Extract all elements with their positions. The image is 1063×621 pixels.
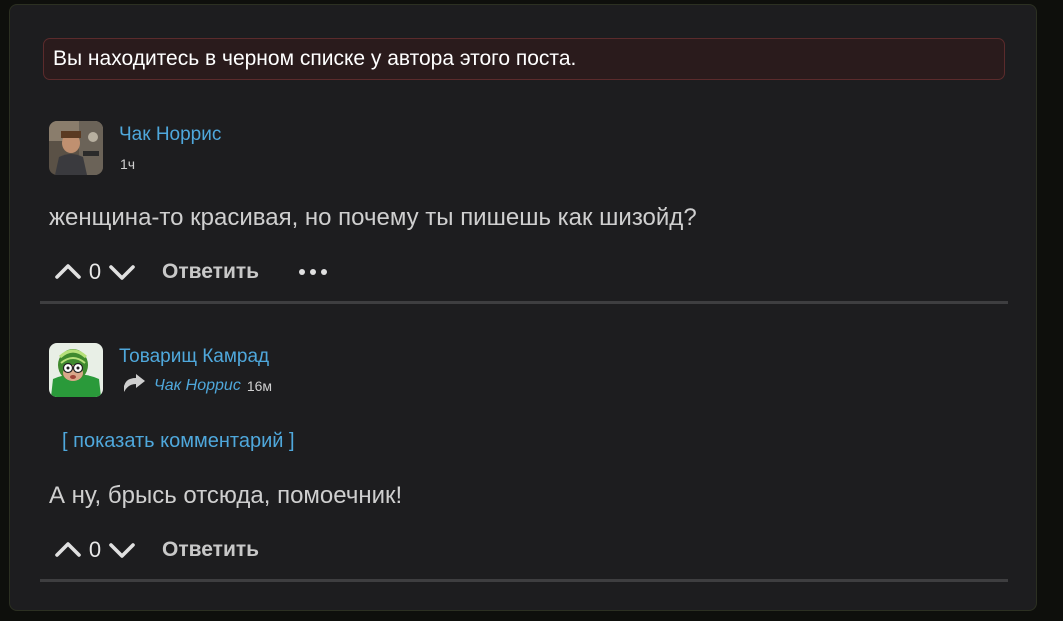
upvote-icon[interactable] xyxy=(54,261,82,283)
author-name[interactable]: Товарищ Камрад xyxy=(119,346,269,368)
avatar[interactable] xyxy=(49,121,103,175)
comment-text: А ну, брысь отсюда, помоечник! xyxy=(49,482,403,509)
upvote-icon[interactable] xyxy=(54,539,82,561)
avatar[interactable] xyxy=(49,343,103,397)
divider xyxy=(40,579,1008,582)
show-comment-link[interactable]: [ показать комментарий ] xyxy=(62,430,295,453)
ellipsis-icon[interactable] xyxy=(299,269,328,275)
reply-arrow-icon xyxy=(122,373,146,399)
comment-time: 16м xyxy=(246,378,273,394)
comment-text: женщина-то красивая, но почему ты пишешь… xyxy=(49,204,697,231)
comment-actions: 0 Ответить xyxy=(54,533,259,567)
comments-panel: Вы находитесь в черном списке у автора э… xyxy=(9,4,1037,611)
vote-score: 0 xyxy=(88,537,102,562)
blacklist-notice: Вы находитесь в черном списке у автора э… xyxy=(43,38,1005,80)
reply-button[interactable]: Ответить xyxy=(162,260,259,284)
vote-score: 0 xyxy=(88,259,102,284)
author-name[interactable]: Чак Норрис xyxy=(119,124,221,146)
divider xyxy=(40,301,1008,304)
reply-to: Чак Норрис 16м xyxy=(122,373,272,399)
comment: Товарищ Камрад Чак Норрис 16м [ показать… xyxy=(40,340,1008,584)
downvote-icon[interactable] xyxy=(108,261,136,283)
comment-time: 1ч xyxy=(120,156,136,172)
reply-to-author[interactable]: Чак Норрис xyxy=(154,377,241,395)
downvote-icon[interactable] xyxy=(108,539,136,561)
comment-actions: 0 Ответить xyxy=(54,255,328,289)
comment: Чак Норрис 1ч женщина-то красивая, но по… xyxy=(40,118,1008,306)
reply-button[interactable]: Ответить xyxy=(162,538,259,562)
